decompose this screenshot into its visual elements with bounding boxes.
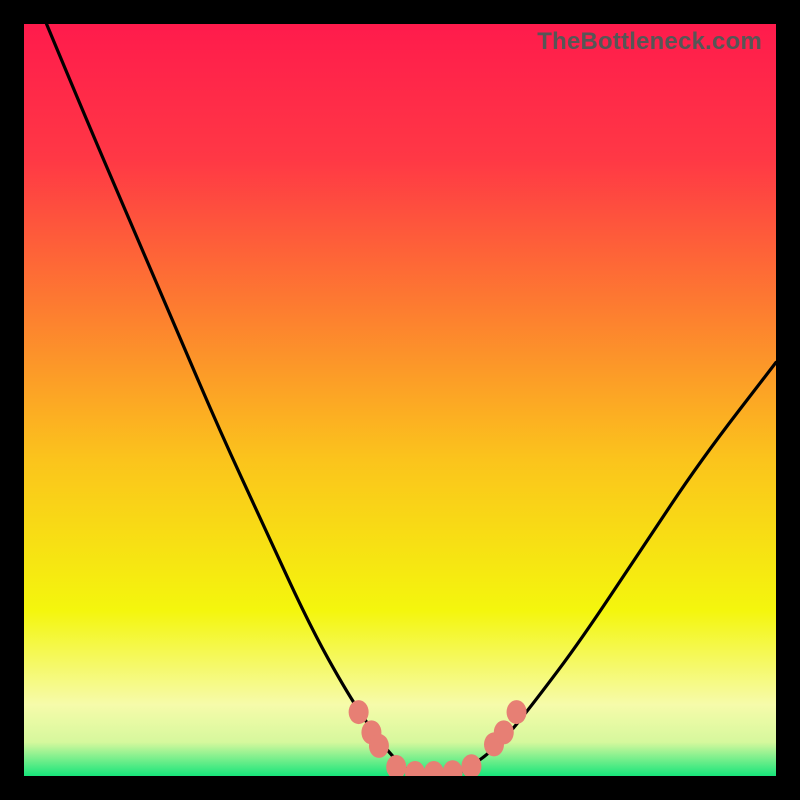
- marker-point-2: [369, 734, 389, 758]
- watermark-text: TheBottleneck.com: [537, 28, 762, 56]
- bottleneck-chart: [24, 24, 776, 776]
- chart-frame: TheBottleneck.com: [24, 24, 776, 776]
- gradient-background: [24, 24, 776, 776]
- marker-point-10: [507, 700, 527, 724]
- marker-point-9: [494, 720, 514, 744]
- marker-point-0: [349, 700, 369, 724]
